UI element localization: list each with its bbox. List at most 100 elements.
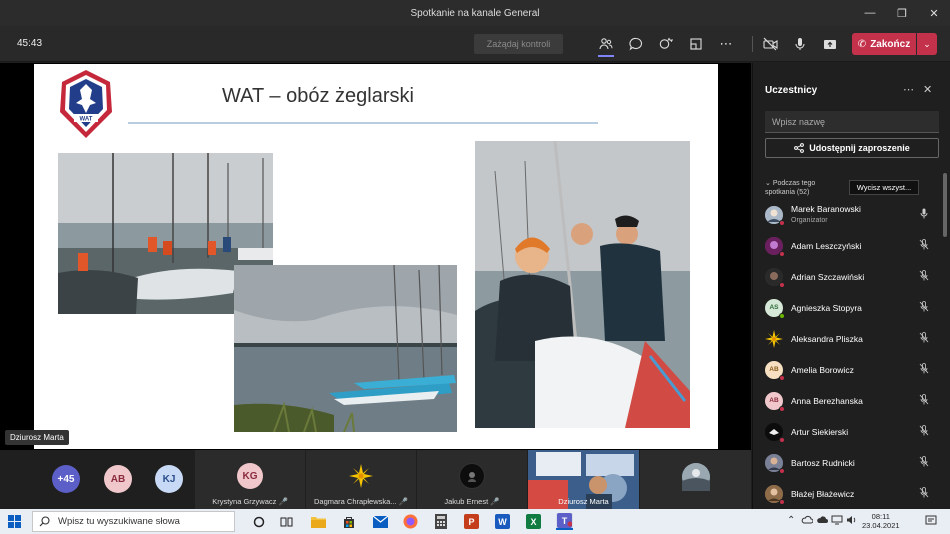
status-badge: [779, 405, 785, 412]
participant-row[interactable]: Marek Baranowski Organizator: [765, 199, 945, 230]
panel-title: Uczestnicy: [765, 85, 818, 96]
participant-name: Anna Berezhanska: [791, 395, 863, 406]
svg-text:P: P: [468, 517, 474, 527]
overflow-participants-button[interactable]: +45: [52, 465, 80, 493]
close-icon[interactable]: ✕: [923, 83, 932, 96]
video-tile[interactable]: Jakub Ernest 🎤: [417, 450, 527, 509]
end-call-label: Zakończ: [870, 38, 911, 50]
participant-name: Bartosz Rudnicki: [791, 457, 855, 468]
avatar: [348, 463, 374, 489]
participant-row[interactable]: Bartosz Rudnicki: [765, 447, 945, 478]
share-screen-icon[interactable]: [820, 34, 840, 54]
video-tile[interactable]: KG Krystyna Grzywacz 🎤: [195, 450, 305, 509]
cloud-icon[interactable]: [816, 515, 828, 527]
mic-off-icon[interactable]: [918, 301, 930, 313]
mic-off-icon[interactable]: [918, 270, 930, 282]
network-icon[interactable]: [831, 515, 843, 528]
participant-search-input[interactable]: [765, 111, 939, 133]
video-tile[interactable]: Dagmara Chrapłewska... 🎤: [306, 450, 416, 509]
tray-chevron-icon[interactable]: ⌃: [787, 515, 795, 526]
participant-row[interactable]: AB Anna Berezhanska: [765, 385, 945, 416]
landscape-photo-icon: [681, 463, 710, 491]
participant-name: Aleksandra Pliszka: [791, 333, 863, 344]
status-badge: [779, 374, 785, 381]
participant-row[interactable]: Artur Siekierski: [765, 416, 945, 447]
chevron-down-icon: ⌄: [765, 180, 771, 187]
rooms-icon[interactable]: [686, 34, 706, 54]
participant-row[interactable]: Adrian Szczawiński: [765, 261, 945, 292]
mic-off-icon[interactable]: [918, 394, 930, 406]
mic-off-icon[interactable]: [918, 363, 930, 375]
video-tile-active[interactable]: Dziurosz Marta: [528, 450, 639, 509]
logo-text: WAT: [80, 117, 93, 123]
share-invite-button[interactable]: Udostępnij zaproszenie: [765, 138, 939, 158]
avatar: [765, 453, 785, 474]
more-options-icon[interactable]: ⋯: [716, 34, 736, 54]
word-icon[interactable]: W: [494, 513, 511, 530]
participants-icon[interactable]: [596, 34, 616, 57]
windows-taskbar: Wpisz tu wyszukiwane słowa P W X T ⌃ 08:…: [0, 509, 950, 534]
mic-off-icon[interactable]: [918, 332, 930, 344]
search-icon: [39, 516, 50, 527]
volume-icon[interactable]: [846, 515, 857, 528]
cortana-icon[interactable]: [250, 513, 267, 530]
notifications-icon[interactable]: [925, 515, 937, 529]
avatar: [765, 484, 785, 505]
participant-name: Artur Siekierski: [791, 426, 849, 437]
avatar: [765, 236, 785, 257]
avatar: [681, 463, 710, 491]
participant-row[interactable]: AB Amelia Borowicz: [765, 354, 945, 385]
meeting-timer: 45:43: [17, 38, 43, 49]
calculator-icon[interactable]: [432, 513, 449, 530]
avatar[interactable]: KJ: [155, 465, 183, 493]
mic-off-icon[interactable]: [918, 456, 930, 468]
status-badge: [779, 250, 785, 257]
status-badge: [779, 467, 785, 474]
mic-off-icon[interactable]: [918, 239, 930, 251]
powerpoint-icon[interactable]: P: [463, 513, 480, 530]
taskbar-search-input[interactable]: Wpisz tu wyszukiwane słowa: [32, 511, 235, 532]
mic-off-icon[interactable]: [918, 487, 930, 499]
video-tile[interactable]: [640, 450, 751, 509]
avatar: [459, 463, 485, 489]
end-options-dropdown[interactable]: ⌄: [917, 33, 937, 55]
participant-row[interactable]: AS Agnieszka Stopyra: [765, 292, 945, 323]
microphone-icon[interactable]: [790, 34, 810, 54]
taskbar-clock[interactable]: 08:11 23.04.2021: [862, 512, 900, 530]
minimize-icon[interactable]: —: [854, 0, 886, 26]
camera-off-icon[interactable]: [760, 34, 780, 54]
avatar: [765, 267, 785, 288]
close-icon[interactable]: ✕: [918, 0, 950, 26]
store-icon[interactable]: [340, 513, 357, 530]
microphone-icon[interactable]: [918, 208, 930, 220]
mic-off-icon[interactable]: [918, 425, 930, 437]
excel-icon[interactable]: X: [525, 513, 542, 530]
file-explorer-icon[interactable]: [310, 513, 327, 530]
tile-name: Dziurosz Marta: [558, 497, 609, 506]
windows-start-icon[interactable]: [8, 515, 21, 528]
request-control-button[interactable]: Zażądaj kontroli: [474, 34, 563, 54]
more-options-icon[interactable]: ⋯: [903, 83, 914, 96]
participant-row[interactable]: Błażej Błażewicz: [765, 478, 945, 509]
wat-logo: WAT: [56, 68, 116, 140]
avatar: [765, 422, 785, 443]
reactions-icon[interactable]: [656, 34, 676, 54]
onedrive-icon[interactable]: [801, 515, 814, 527]
mute-all-button[interactable]: Wycisz wszyst...: [849, 180, 919, 195]
participant-row[interactable]: Adam Leszczyński: [765, 230, 945, 261]
phone-hangup-icon: ✆: [857, 38, 867, 50]
mail-icon[interactable]: [372, 513, 389, 530]
participant-name: Adam Leszczyński: [791, 240, 862, 251]
restore-icon[interactable]: ❐: [886, 0, 918, 26]
firefox-icon[interactable]: [402, 513, 419, 530]
teams-icon[interactable]: T: [556, 513, 573, 530]
end-call-button[interactable]: ✆ Zakończ: [852, 33, 916, 55]
avatar[interactable]: AB: [104, 465, 132, 493]
clock-date: 23.04.2021: [862, 521, 900, 530]
participant-row[interactable]: Aleksandra Pliszka: [765, 323, 945, 354]
svg-text:T: T: [562, 516, 568, 526]
in-meeting-section-header[interactable]: ⌄ Podczas tego spotkania (52): [765, 179, 845, 197]
mic-off-icon: 🎤: [278, 497, 288, 506]
chat-icon[interactable]: [626, 34, 646, 54]
task-view-icon[interactable]: [278, 513, 295, 530]
